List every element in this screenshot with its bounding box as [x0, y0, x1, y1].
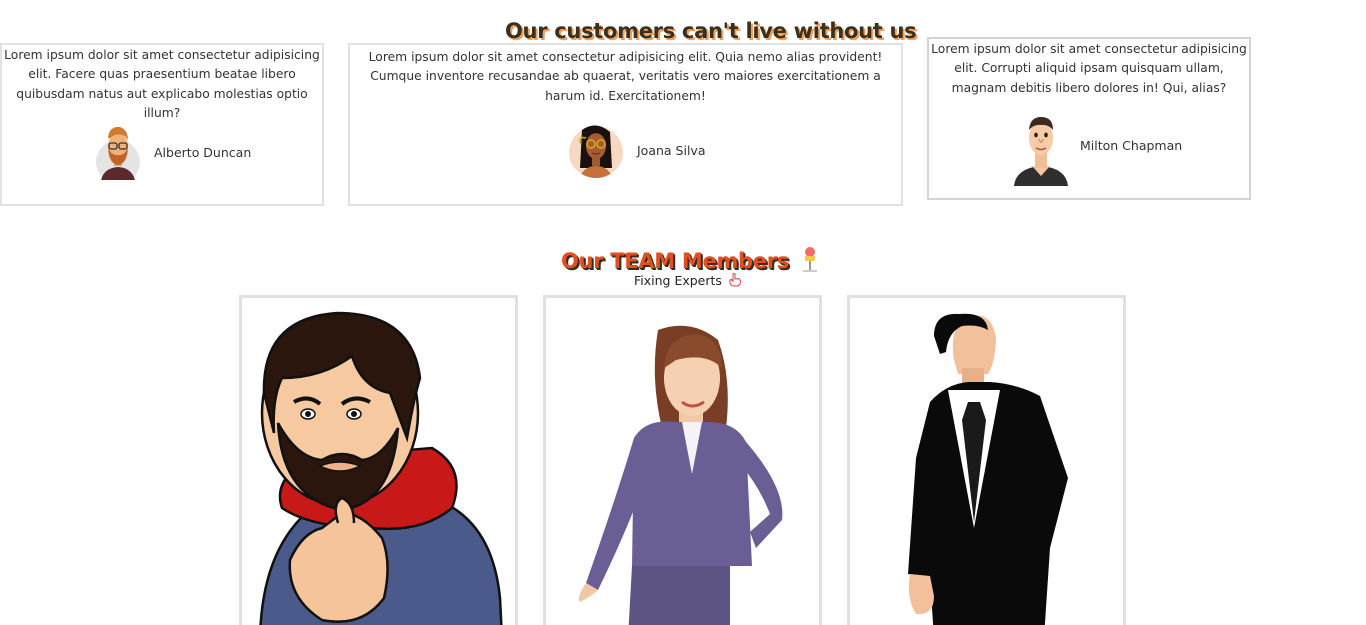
- team-member-card: [239, 295, 518, 625]
- testimonial-card: Lorem ipsum dolor sit amet consectetur a…: [0, 43, 324, 206]
- testimonial-card: Lorem ipsum dolor sit amet consectetur a…: [927, 37, 1251, 200]
- young-man-avatar-icon: [1014, 117, 1068, 186]
- ice-cream-icon: [802, 247, 817, 272]
- businessman-suit-illustration-icon: [908, 313, 1068, 625]
- bearded-man-pointing-illustration-icon: [259, 311, 503, 625]
- team-member-card: [543, 295, 822, 625]
- testimonial-author-name: Alberto Duncan: [154, 144, 252, 160]
- testimonial-author: Milton Chapman: [1012, 114, 1182, 186]
- testimonial-quote: Lorem ipsum dolor sit amet consectetur a…: [368, 50, 883, 103]
- team-subtitle-text: Fixing Experts: [634, 273, 722, 288]
- avatar: [1012, 114, 1070, 186]
- avatar: [95, 124, 141, 180]
- testimonial-author-name: Joana Silva: [637, 142, 706, 158]
- bearded-man-glasses-avatar-icon: [96, 126, 140, 180]
- testimonial-quote: Lorem ipsum dolor sit amet consectetur a…: [931, 42, 1247, 95]
- testimonial-author-name: Milton Chapman: [1080, 137, 1183, 153]
- testimonial-author: Alberto Duncan: [95, 124, 251, 180]
- avatar: [568, 122, 624, 178]
- testimonial-author: Joana Silva: [568, 122, 706, 178]
- team-section-title: Our TEAM Members: [561, 246, 820, 273]
- pointing-hand-icon: [729, 273, 741, 287]
- team-section-subtitle: Fixing Experts: [634, 273, 742, 288]
- page: Our customers can't live without us Lore…: [0, 0, 1366, 625]
- businesswoman-illustration-icon: [578, 325, 783, 625]
- woman-sunglasses-avatar-icon: [569, 125, 623, 178]
- testimonial-card: Lorem ipsum dolor sit amet consectetur a…: [348, 43, 903, 206]
- team-title-text: Our TEAM Members: [561, 249, 789, 273]
- team-member-card: [847, 295, 1126, 625]
- testimonial-quote: Lorem ipsum dolor sit amet consectetur a…: [4, 48, 320, 120]
- customers-section-title: Our customers can't live without us: [505, 19, 917, 43]
